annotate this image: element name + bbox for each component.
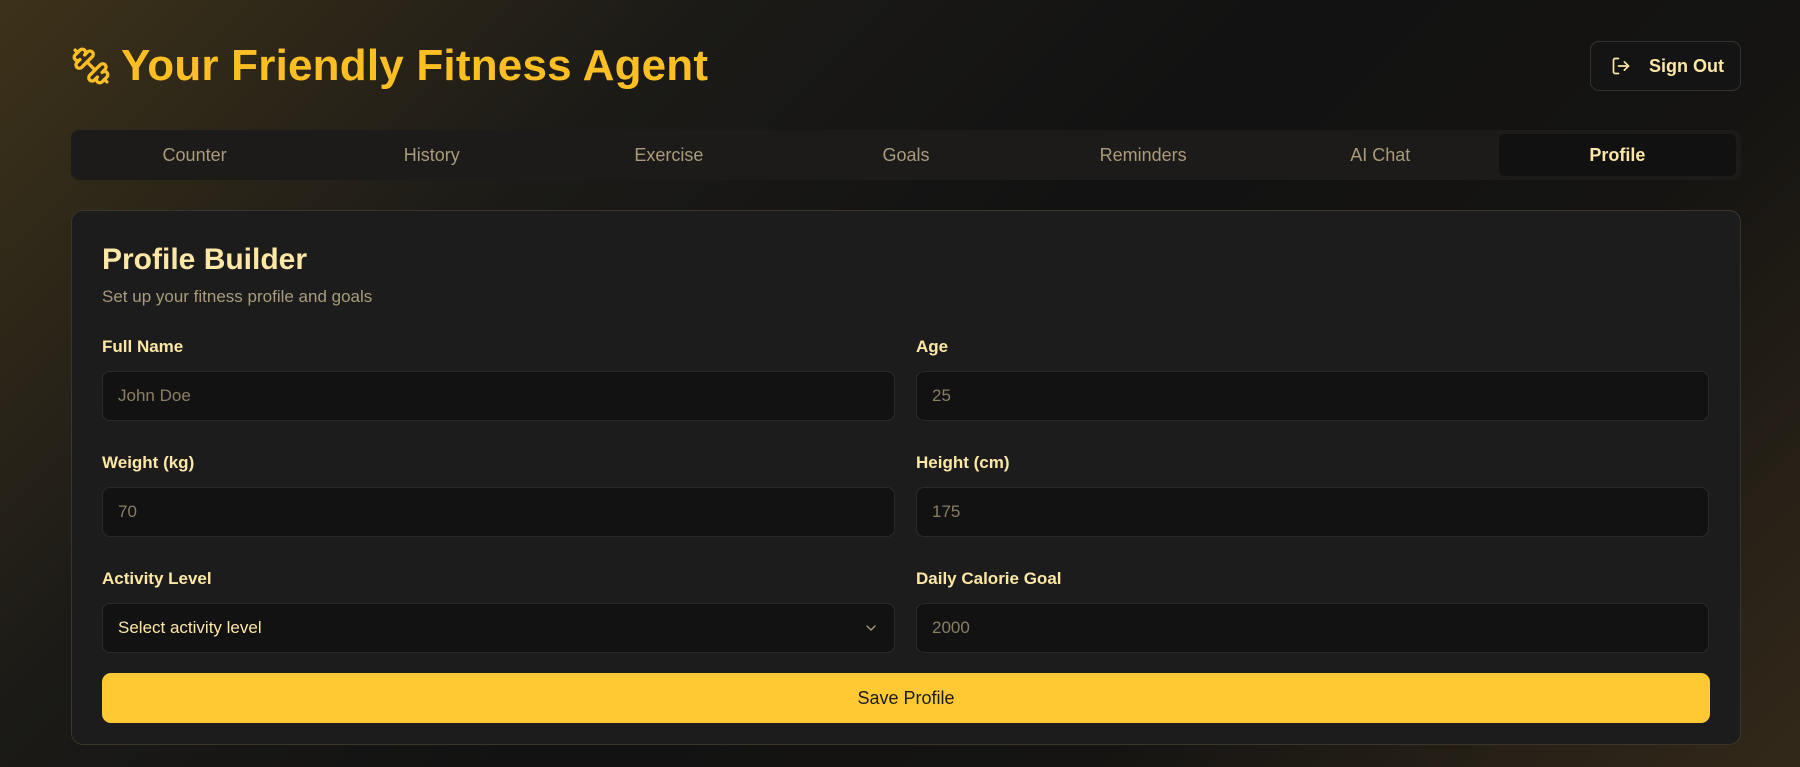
daily-calorie-goal-group: Daily Calorie Goal [916, 569, 1709, 653]
full-name-input[interactable] [102, 371, 895, 421]
daily-calorie-goal-label: Daily Calorie Goal [916, 569, 1062, 588]
save-profile-button[interactable]: Save Profile [102, 673, 1710, 723]
profile-form: Full Name Age Weight (kg) Height (cm) Ac… [102, 337, 1710, 653]
height-input[interactable] [916, 487, 1709, 537]
tab-reminders[interactable]: Reminders [1025, 134, 1262, 176]
full-name-label: Full Name [102, 337, 184, 356]
brand: Your Friendly Fitness Agent [71, 41, 708, 91]
app-title: Your Friendly Fitness Agent [121, 41, 709, 90]
activity-level-select[interactable]: Select activity level [102, 603, 895, 653]
header: Your Friendly Fitness Agent Sign Out [71, 36, 1741, 96]
tab-ai-chat[interactable]: AI Chat [1262, 134, 1499, 176]
log-out-icon [1611, 56, 1631, 76]
sign-out-button[interactable]: Sign Out [1590, 41, 1741, 91]
tab-exercise[interactable]: Exercise [550, 134, 787, 176]
activity-level-label: Activity Level [102, 569, 212, 588]
chevron-down-icon [863, 620, 879, 636]
full-name-group: Full Name [102, 337, 895, 421]
weight-label: Weight (kg) [102, 453, 195, 472]
dumbbell-icon [71, 46, 111, 86]
height-group: Height (cm) [916, 453, 1709, 537]
tab-bar: Counter History Exercise Goals Reminders… [71, 130, 1741, 180]
profile-builder-card: Profile Builder Set up your fitness prof… [71, 210, 1741, 745]
tab-counter[interactable]: Counter [76, 134, 313, 176]
tab-history[interactable]: History [313, 134, 550, 176]
activity-level-group: Activity Level Select activity level [102, 569, 895, 653]
age-input[interactable] [916, 371, 1709, 421]
card-subtitle: Set up your fitness profile and goals [102, 287, 373, 306]
age-group: Age [916, 337, 1709, 421]
activity-level-value: Select activity level [118, 618, 262, 637]
tab-profile[interactable]: Profile [1498, 134, 1736, 176]
daily-calorie-goal-input[interactable] [916, 603, 1709, 653]
weight-input[interactable] [102, 487, 895, 537]
height-label: Height (cm) [916, 453, 1010, 472]
tab-goals[interactable]: Goals [787, 134, 1024, 176]
sign-out-label: Sign Out [1649, 55, 1724, 76]
card-title: Profile Builder [102, 243, 308, 276]
weight-group: Weight (kg) [102, 453, 895, 537]
age-label: Age [916, 337, 949, 356]
